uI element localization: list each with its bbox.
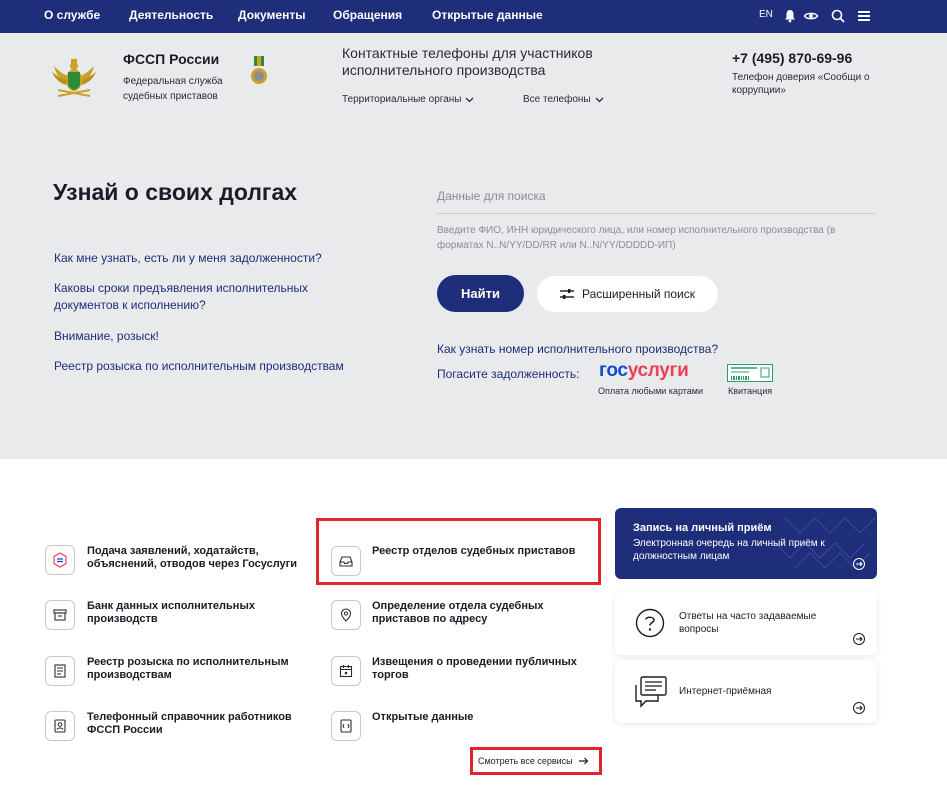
map-pin-icon <box>340 608 352 622</box>
search-hint: Введите ФИО, ИНН юридического лица, или … <box>437 225 836 251</box>
dropdown-label: Территориальные органы <box>342 94 462 105</box>
gosuslugi-caption: Оплата любыми картами <box>598 386 703 396</box>
search-icon[interactable] <box>830 8 846 24</box>
contacts-book-icon <box>54 719 66 733</box>
phone-directory-icon[interactable] <box>45 711 75 741</box>
faq-card[interactable]: Ответы на часто задаваемые вопросы <box>615 592 877 655</box>
nav-activity[interactable]: Деятельность <box>129 8 213 22</box>
link-wanted[interactable]: Внимание, розыск! <box>54 328 374 345</box>
service-public-auctions[interactable]: Извещения о проведении публичных торгов <box>372 656 602 682</box>
service-enforcement-database[interactable]: Банк данных исполнительных производств <box>87 600 317 626</box>
medal-icon <box>251 56 267 84</box>
see-all-services-link[interactable]: Смотреть все сервисы <box>478 756 589 766</box>
brand-subtitle: Федеральная служба судебных приставов <box>123 76 223 102</box>
fssp-emblem-icon[interactable] <box>48 52 100 104</box>
see-all-label: Смотреть все сервисы <box>478 756 573 766</box>
chevron-down-icon <box>595 97 604 102</box>
appointment-card[interactable]: Запись на личный приём Электронная очере… <box>615 508 877 579</box>
calendar-icon <box>339 665 353 678</box>
all-phones-dropdown[interactable]: Все телефоны <box>523 94 604 105</box>
contacts-title[interactable]: Контактные телефоны для участников испол… <box>342 45 622 79</box>
nav-documents[interactable]: Документы <box>238 8 305 22</box>
chevron-down-icon <box>466 97 474 102</box>
service-wanted-registry[interactable]: Реестр розыска по исполнительным произво… <box>87 656 317 682</box>
brand-title[interactable]: ФССП России <box>123 51 219 67</box>
bailiff-offices-icon[interactable] <box>331 546 361 576</box>
gosuslugi-logo[interactable]: госуслуги <box>599 360 689 382</box>
wanted-registry-icon[interactable] <box>45 656 75 686</box>
top-navigation: О службе Деятельность Документы Обращени… <box>0 0 947 33</box>
internet-reception-card[interactable]: Интернет-приёмная <box>615 660 877 723</box>
arrow-circle-icon <box>853 702 865 714</box>
page-title: Узнай о своих долгах <box>53 179 298 205</box>
hotline-caption: Телефон доверия «Сообщи о коррупции» <box>732 72 870 96</box>
internet-reception-label: Интернет-приёмная <box>679 686 772 697</box>
link-check-debts[interactable]: Как мне узнать, есть ли у меня задолженн… <box>54 250 374 267</box>
nav-open-data[interactable]: Открытые данные <box>432 8 543 22</box>
bell-icon[interactable] <box>782 8 798 24</box>
menu-icon[interactable] <box>856 8 872 24</box>
link-enforcement-terms[interactable]: Каковы сроки предъявления исполнительных… <box>54 280 354 314</box>
document-list-icon <box>54 664 66 678</box>
hotline-phone[interactable]: +7 (495) 870-69-96 <box>732 50 852 66</box>
arrow-right-icon <box>578 757 588 765</box>
inbox-icon <box>339 556 353 567</box>
gosuslugi-logo-part-2: услуги <box>627 360 689 381</box>
language-switch[interactable]: EN <box>759 9 773 20</box>
advanced-search-button[interactable]: Расширенный поиск <box>537 276 718 312</box>
nav-about[interactable]: О службе <box>44 8 100 22</box>
address-lookup-icon[interactable] <box>331 600 361 630</box>
archive-icon <box>53 609 67 621</box>
how-to-find-number-link[interactable]: Как узнать номер исполнительного произво… <box>437 342 718 356</box>
sliders-icon <box>560 289 574 299</box>
pay-debt-label: Погасите задолженность: <box>437 367 580 381</box>
faq-label: Ответы на часто задаваемые вопросы <box>679 611 817 635</box>
arrow-circle-icon <box>853 558 865 570</box>
data-file-icon <box>340 719 352 733</box>
appointment-title: Запись на личный приём <box>633 522 772 534</box>
receipt-caption: Квитанция <box>728 386 773 396</box>
question-icon <box>635 608 665 638</box>
service-office-by-address[interactable]: Определение отдела судебных приставов по… <box>372 600 602 626</box>
eye-icon[interactable] <box>803 8 819 24</box>
service-open-data[interactable]: Открытые данные <box>372 711 602 724</box>
database-service-icon[interactable] <box>45 600 75 630</box>
chat-icon <box>635 676 667 708</box>
receipt-icon[interactable] <box>727 364 773 382</box>
gosuslugi-icon <box>53 552 67 568</box>
arrow-circle-icon <box>853 633 865 645</box>
find-button[interactable]: Найти <box>437 275 524 312</box>
territorial-bodies-dropdown[interactable]: Территориальные органы <box>342 94 474 105</box>
auctions-icon[interactable] <box>331 656 361 686</box>
gosuslugi-logo-part-1: гос <box>599 360 628 381</box>
gosuslugi-service-icon[interactable] <box>45 545 75 575</box>
service-gosuslugi-applications[interactable]: Подача заявлений, ходатайств, объяснений… <box>87 545 317 571</box>
open-data-icon[interactable] <box>331 711 361 741</box>
service-bailiff-offices-registry[interactable]: Реестр отделов судебных приставов <box>372 545 602 558</box>
dropdown-label: Все телефоны <box>523 94 591 105</box>
service-phone-directory[interactable]: Телефонный справочник работников ФССП Ро… <box>87 711 317 737</box>
search-input[interactable] <box>437 178 875 214</box>
advanced-search-label: Расширенный поиск <box>582 287 695 301</box>
appointment-subtitle: Электронная очередь на личный приём к до… <box>633 538 825 562</box>
link-wanted-registry[interactable]: Реестр розыска по исполнительным произво… <box>54 358 374 375</box>
nav-appeals[interactable]: Обращения <box>333 8 402 22</box>
